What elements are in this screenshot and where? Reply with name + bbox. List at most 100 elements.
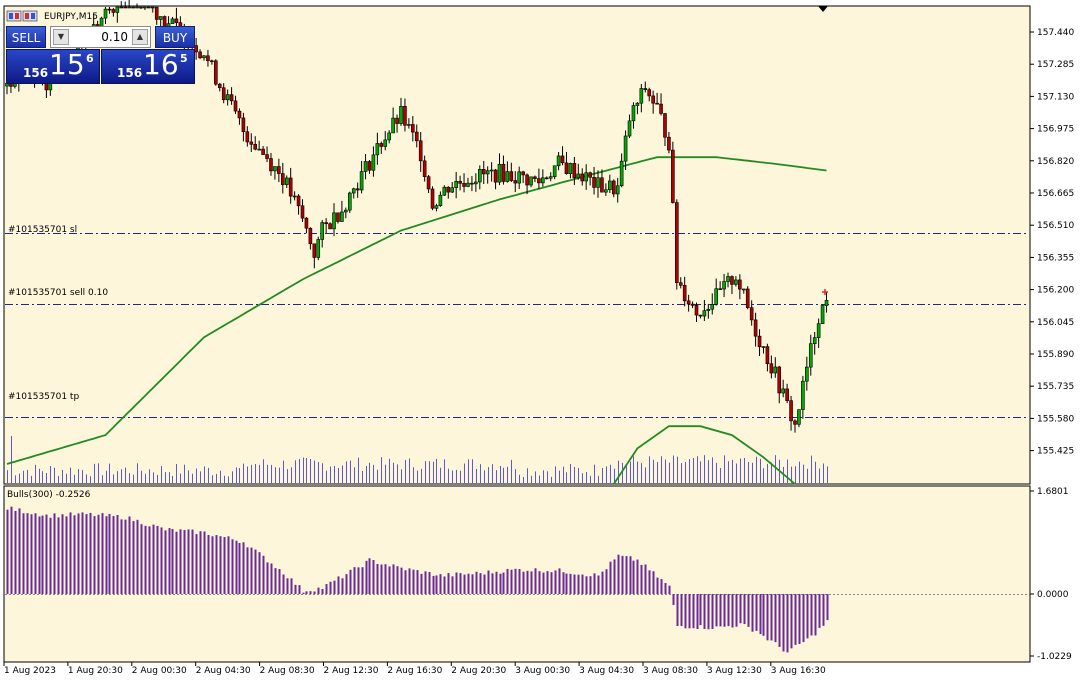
candle-body xyxy=(678,282,683,286)
candle-body xyxy=(395,117,399,124)
candle-body xyxy=(816,323,821,338)
chart-window[interactable]: 157.440 157.285 157.130 156.975 156.820 156.6… xyxy=(0,0,1084,683)
candle-body xyxy=(438,194,443,206)
candle-body xyxy=(257,148,261,151)
candle-body xyxy=(497,163,502,183)
time-axis-label: 3 Aug 08:30 xyxy=(643,666,698,676)
candle-body xyxy=(225,94,230,101)
candle-body xyxy=(296,195,301,207)
price-axis-label: 155.425 xyxy=(1037,447,1074,457)
candle-body xyxy=(111,9,116,13)
indicator-axis-label: 0.0000 xyxy=(1037,590,1069,600)
candle-body xyxy=(422,160,427,177)
candle-body xyxy=(458,180,462,184)
candle-body xyxy=(210,60,214,63)
candle-body xyxy=(765,346,770,365)
price-axis-label: 156.975 xyxy=(1037,125,1074,135)
candle-body xyxy=(403,106,407,126)
candle-body xyxy=(572,163,577,179)
candle-body xyxy=(466,182,470,187)
candle-body xyxy=(694,305,699,316)
candle-body xyxy=(347,192,352,211)
lot-increase-icon[interactable]: ▲ xyxy=(132,29,148,45)
time-axis-label: 3 Aug 16:30 xyxy=(771,666,826,676)
candle-body xyxy=(659,103,663,114)
lot-value[interactable]: 0.10 xyxy=(71,27,130,47)
candle-body xyxy=(162,16,167,27)
candle-body xyxy=(454,180,458,188)
candle-body xyxy=(450,187,455,193)
candle-body xyxy=(686,300,691,305)
buy-button[interactable]: BUY xyxy=(155,26,195,48)
candle-body xyxy=(107,8,112,11)
price-axis-label: 155.735 xyxy=(1037,382,1074,392)
candle-body xyxy=(769,363,774,374)
candle-body xyxy=(615,185,620,195)
candle-body xyxy=(812,337,817,344)
candle-body xyxy=(233,100,238,112)
sell-price-main: 15 xyxy=(49,48,85,81)
candle-body xyxy=(596,177,600,188)
candle-body xyxy=(722,281,726,290)
candle-body xyxy=(521,171,525,176)
candle-body xyxy=(757,335,762,348)
candle-body xyxy=(734,279,738,285)
candle-body xyxy=(663,113,667,138)
candle-body xyxy=(682,285,687,302)
candle-body xyxy=(316,239,321,258)
candle-body xyxy=(261,148,265,155)
candle-body xyxy=(738,279,742,290)
candle-body xyxy=(336,212,340,222)
candle-body xyxy=(505,171,510,182)
candle-body xyxy=(789,400,793,422)
candle-body xyxy=(442,186,447,196)
candle-body xyxy=(241,117,246,133)
candle-body xyxy=(320,222,325,240)
candle-body xyxy=(391,117,395,134)
buy-price-box[interactable]: 156 16 5 xyxy=(101,48,195,84)
candle-body xyxy=(245,131,250,143)
candle-body xyxy=(300,205,305,219)
candle-body xyxy=(604,189,608,193)
one-click-trading-panel: SELL ▼ 0.10 ▲ BUY 156 15 6 156 16 5 xyxy=(6,26,195,84)
candle-body xyxy=(355,188,360,191)
candle-body xyxy=(773,366,778,374)
candle-body xyxy=(824,300,829,306)
price-axis-label: 155.890 xyxy=(1037,350,1074,360)
candle-body xyxy=(430,188,435,209)
time-axis-label: 2 Aug 08:30 xyxy=(260,666,315,676)
candle-body xyxy=(548,176,553,179)
chart-canvas[interactable]: 157.440 157.285 157.130 156.975 156.820 156.6… xyxy=(0,0,1084,683)
candle-body xyxy=(655,102,659,105)
candle-body xyxy=(308,227,313,245)
candle-body xyxy=(135,6,139,9)
time-axis-label: 1 Aug 20:30 xyxy=(68,666,123,676)
candle-body xyxy=(470,182,474,185)
candle-body xyxy=(280,173,285,185)
candle-body xyxy=(154,6,159,20)
price-axis-label: 156.510 xyxy=(1037,221,1074,231)
order-label-tp: #101535701 tp xyxy=(8,392,79,402)
candle-body xyxy=(273,166,277,172)
candle-body xyxy=(474,181,478,185)
candle-body xyxy=(249,141,254,145)
candle-body xyxy=(123,6,127,9)
candle-body xyxy=(217,83,222,89)
candle-body xyxy=(533,176,537,179)
candle-body xyxy=(611,180,616,195)
candle-body xyxy=(627,120,632,137)
time-axis-label: 2 Aug 16:30 xyxy=(387,666,442,676)
candle-body xyxy=(198,51,202,59)
candle-body xyxy=(379,143,384,147)
candle-body xyxy=(517,171,522,184)
indicator-label: Bulls(300) -0.2526 xyxy=(7,490,91,500)
price-axis-label: 157.285 xyxy=(1037,60,1074,70)
candle-body xyxy=(600,177,604,193)
candle-body xyxy=(537,178,541,184)
lot-size-field[interactable]: ▼ 0.10 ▲ xyxy=(50,26,151,48)
lot-decrease-icon[interactable]: ▼ xyxy=(53,29,69,45)
candle-body xyxy=(781,388,785,394)
sell-button[interactable]: SELL xyxy=(6,26,46,48)
candle-body xyxy=(674,202,679,283)
sell-price-box[interactable]: 156 15 6 xyxy=(6,48,100,84)
